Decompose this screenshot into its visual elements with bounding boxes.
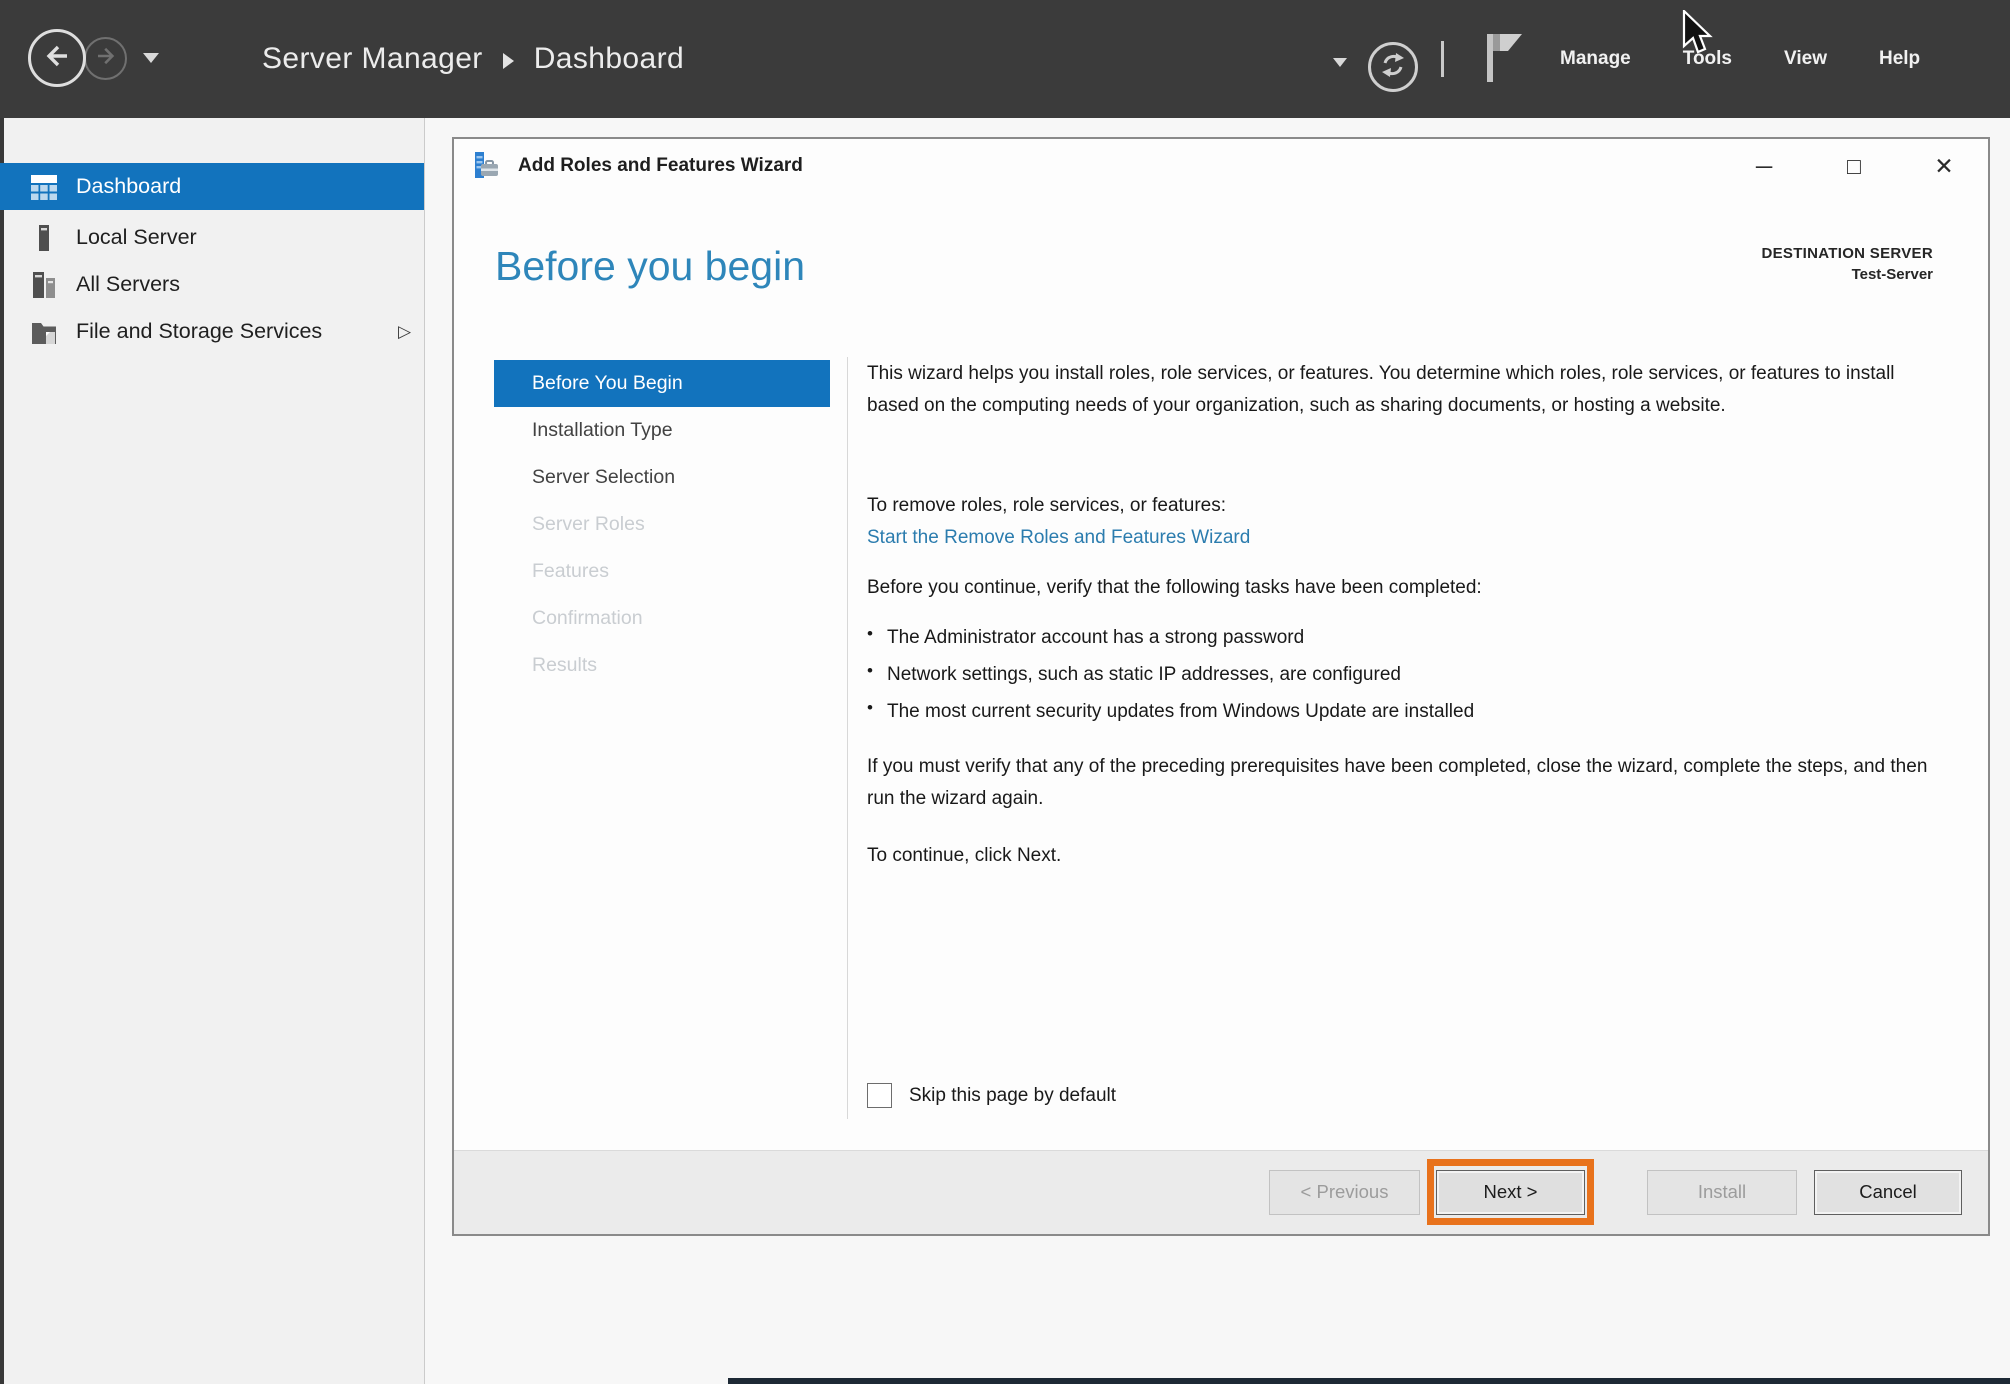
cancel-button[interactable]: Cancel xyxy=(1814,1170,1962,1215)
skip-page-checkbox[interactable] xyxy=(867,1083,892,1108)
verify-note-text: If you must verify that any of the prece… xyxy=(867,751,1947,815)
dialog-title: Add Roles and Features Wizard xyxy=(518,155,803,177)
back-arrow-icon xyxy=(42,41,72,76)
step-installation-type[interactable]: Installation Type xyxy=(494,407,830,454)
wizard-steps-nav: Before You Begin Installation Type Serve… xyxy=(494,360,830,689)
prerequisite-item: The Administrator account has a strong p… xyxy=(867,623,1947,660)
forward-arrow-icon xyxy=(94,44,118,73)
sidebar-item-file-storage-services[interactable]: File and Storage Services ▷ xyxy=(0,308,424,355)
forward-button[interactable] xyxy=(84,37,127,80)
breadcrumb-current[interactable]: Dashboard xyxy=(534,42,684,76)
destination-server-block: DESTINATION SERVER Test-Server xyxy=(1761,245,1933,283)
servers-icon xyxy=(30,271,58,299)
sidebar-item-label: Local Server xyxy=(76,225,197,250)
server-manager-topbar: Server Manager Dashboard Manage Tools Vi… xyxy=(0,0,2010,118)
mouse-cursor xyxy=(1682,10,1718,63)
close-button[interactable]: ✕ xyxy=(1926,150,1962,182)
destination-server-name: Test-Server xyxy=(1761,266,1933,283)
back-button[interactable] xyxy=(28,29,86,87)
prerequisite-item: Network settings, such as static IP addr… xyxy=(867,660,1947,697)
maximize-button[interactable]: □ xyxy=(1836,150,1872,182)
step-results: Results xyxy=(494,642,830,689)
taskbar-edge xyxy=(728,1378,2010,1384)
server-tower-icon xyxy=(30,224,58,252)
dashboard-grid-icon xyxy=(30,173,58,201)
navigation-sidebar: Dashboard Local Server All Servers xyxy=(0,118,425,1384)
skip-page-label[interactable]: Skip this page by default xyxy=(909,1085,1116,1107)
continue-hint-text: To continue, click Next. xyxy=(867,840,1947,872)
page-title: Before you begin xyxy=(495,243,805,290)
sidebar-item-label: All Servers xyxy=(76,272,180,297)
remove-roles-wizard-link[interactable]: Start the Remove Roles and Features Wiza… xyxy=(867,522,1947,554)
breadcrumb-separator-icon xyxy=(503,53,514,69)
wizard-footer: < Previous Next > Install Cancel xyxy=(454,1150,1988,1234)
menu-view[interactable]: View xyxy=(1784,48,1827,70)
steps-content-divider xyxy=(847,357,848,1119)
notifications-flag-icon[interactable] xyxy=(1484,30,1524,91)
refresh-dropdown-caret-icon[interactable] xyxy=(1333,58,1347,67)
wizard-intro-text: This wizard helps you install roles, rol… xyxy=(867,358,1947,422)
sidebar-item-all-servers[interactable]: All Servers xyxy=(0,261,424,308)
verify-tasks-heading: Before you continue, verify that the fol… xyxy=(867,572,1947,604)
menu-help[interactable]: Help xyxy=(1879,48,1920,70)
nav-history-dropdown-icon[interactable] xyxy=(143,53,159,63)
menu-manage[interactable]: Manage xyxy=(1560,48,1631,70)
step-server-selection[interactable]: Server Selection xyxy=(494,454,830,501)
previous-button: < Previous xyxy=(1269,1170,1420,1215)
sidebar-item-dashboard[interactable]: Dashboard xyxy=(0,163,424,210)
step-confirmation: Confirmation xyxy=(494,595,830,642)
topbar-menus: Manage Tools View Help xyxy=(1560,0,1920,118)
expand-chevron-icon[interactable]: ▷ xyxy=(398,322,411,342)
skip-page-row: Skip this page by default xyxy=(867,1083,1116,1108)
breadcrumb: Server Manager Dashboard xyxy=(262,0,684,118)
topbar-divider xyxy=(1441,41,1444,77)
sidebar-item-label: File and Storage Services xyxy=(76,319,322,344)
prerequisite-item: The most current security updates from W… xyxy=(867,697,1947,734)
step-server-roles: Server Roles xyxy=(494,501,830,548)
minimize-button[interactable]: ─ xyxy=(1746,150,1782,182)
install-button: Install xyxy=(1647,1170,1797,1215)
destination-server-label: DESTINATION SERVER xyxy=(1761,245,1933,262)
refresh-icon xyxy=(1379,51,1407,84)
app-title: Server Manager xyxy=(262,42,483,76)
next-button[interactable]: Next > xyxy=(1436,1170,1585,1215)
step-features: Features xyxy=(494,548,830,595)
folder-icon xyxy=(30,318,58,346)
remove-roles-heading: To remove roles, role services, or featu… xyxy=(867,490,1947,522)
step-before-you-begin[interactable]: Before You Begin xyxy=(494,360,830,407)
add-roles-features-wizard-window: Add Roles and Features Wizard ─ □ ✕ Befo… xyxy=(452,137,1990,1236)
wizard-window-icon xyxy=(474,151,504,186)
sidebar-item-local-server[interactable]: Local Server xyxy=(0,214,424,261)
sidebar-item-label: Dashboard xyxy=(76,174,181,199)
refresh-button[interactable] xyxy=(1368,42,1418,92)
prerequisite-list: The Administrator account has a strong p… xyxy=(867,623,1947,734)
